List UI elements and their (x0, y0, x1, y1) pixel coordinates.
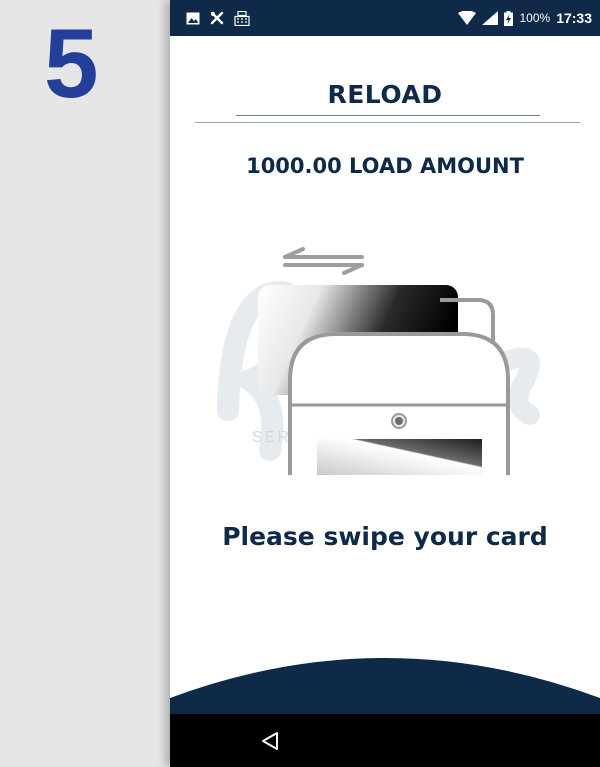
signal-icon (482, 11, 499, 25)
phone-screen: 100% 17:33 RELOAD 1000.00 LOAD AMOUNT SE… (170, 0, 600, 767)
status-bar: 100% 17:33 (170, 0, 600, 36)
bottom-curve-decoration (170, 658, 600, 714)
wifi-icon (458, 11, 477, 25)
image-icon (186, 12, 200, 24)
title-underline (236, 115, 540, 116)
battery-percentage: 100% (519, 11, 551, 25)
back-button[interactable] (258, 729, 282, 753)
status-left-icons (186, 10, 250, 26)
navigation-bar (170, 714, 600, 767)
wrench-icon (210, 11, 224, 25)
status-time: 17:33 (556, 10, 592, 26)
page-title: RELOAD (327, 80, 443, 109)
swipe-prompt: Please swipe your card (222, 522, 548, 551)
swipe-arrows-icon (283, 247, 364, 275)
back-triangle-icon (262, 731, 278, 750)
cash-register-icon (234, 10, 250, 26)
status-right-icons: 100% 17:33 (458, 10, 592, 26)
step-number: 5 (44, 8, 99, 118)
title-divider (195, 122, 580, 123)
card-swipe-illustration: SER (217, 247, 540, 475)
load-amount: 1000.00 LOAD AMOUNT (246, 154, 524, 178)
watermark-text: SER (252, 429, 291, 446)
battery-charging-icon (504, 10, 514, 26)
